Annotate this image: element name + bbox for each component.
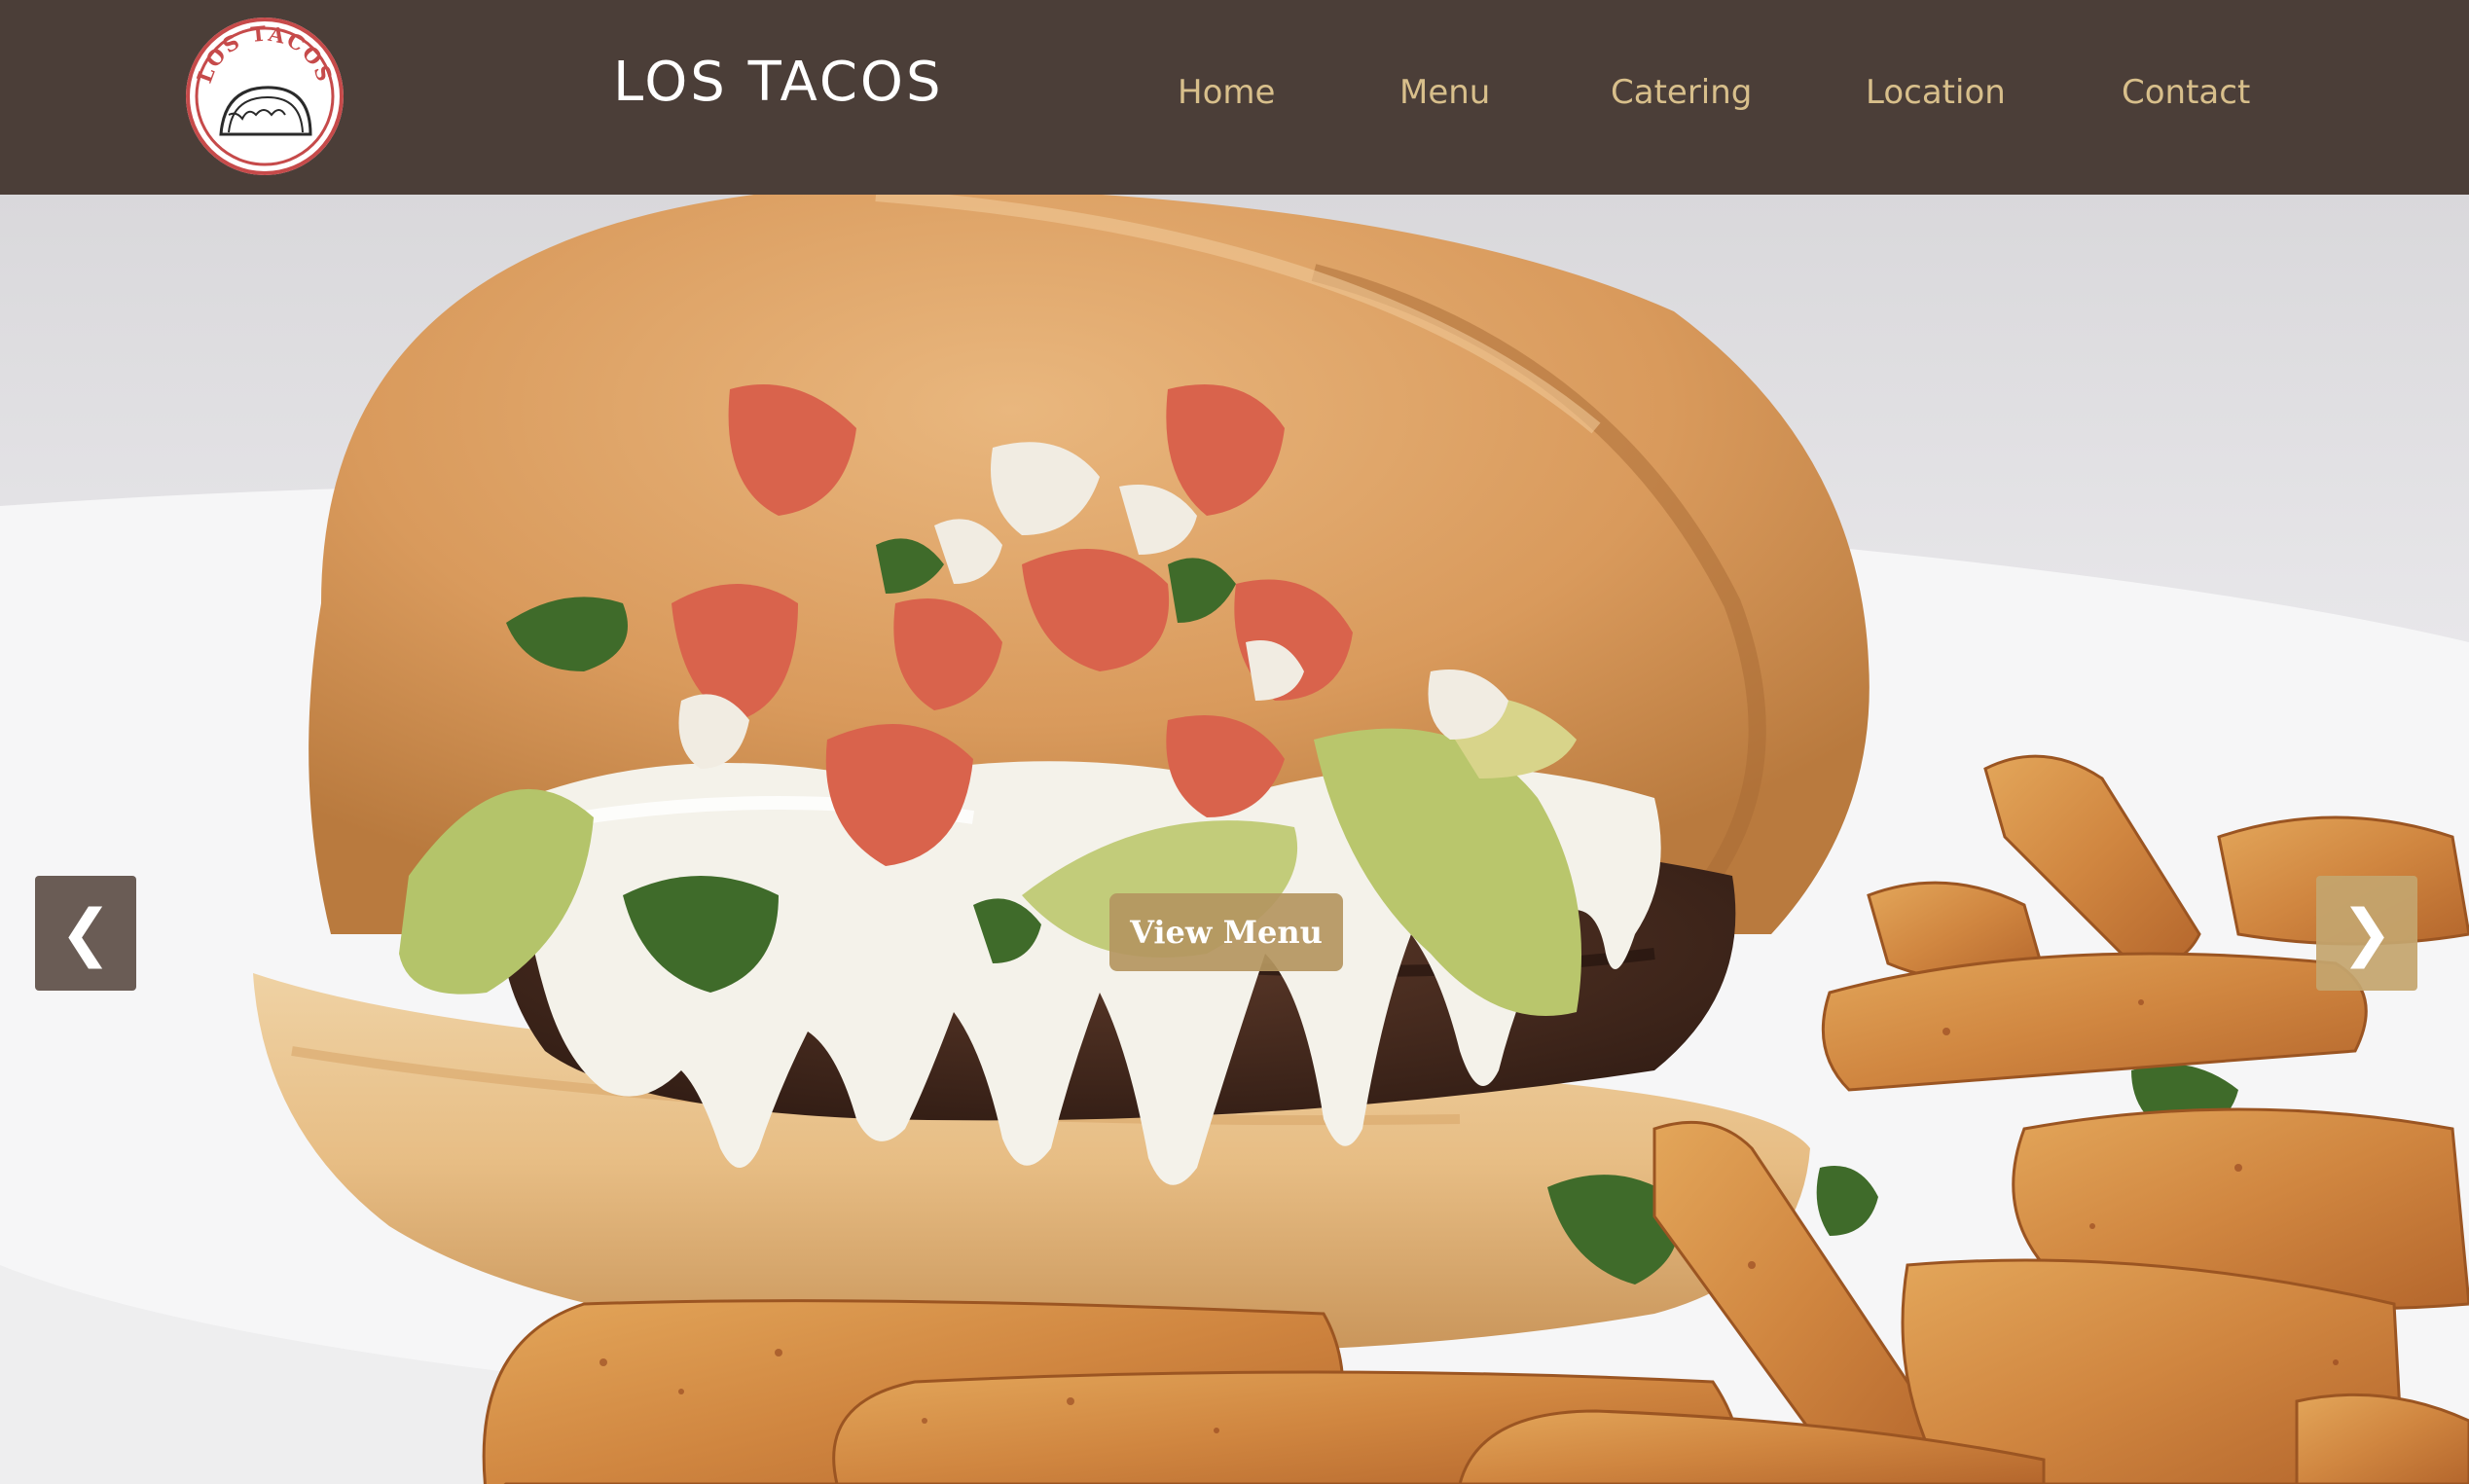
view-menu-button[interactable]: View Menu [1109, 893, 1343, 971]
slider-next-button[interactable]: ❯ [2316, 876, 2417, 991]
nav-contact[interactable]: Contact [2122, 68, 2250, 117]
nav-home[interactable]: Home [1178, 68, 1275, 117]
brand-title[interactable]: LOS TACOS [613, 49, 944, 117]
site-header: LOS TACOS LOS TACOS Home Menu Catering L… [0, 0, 2469, 195]
logo[interactable]: LOS TACOS [186, 18, 344, 175]
page: LOS TACOS LOS TACOS Home Menu Catering L… [0, 0, 2469, 1484]
slider-prev-button[interactable]: ❮ [35, 876, 136, 991]
nav-catering[interactable]: Catering [1611, 68, 1752, 117]
hero-slider: ❮ ❯ View Menu [0, 195, 2469, 1484]
burger-fries-photo [0, 195, 2469, 1484]
nav-location[interactable]: Location [1866, 68, 2006, 117]
taco-logo-icon: LOS TACOS [192, 21, 336, 166]
nav-menu[interactable]: Menu [1399, 68, 1490, 117]
